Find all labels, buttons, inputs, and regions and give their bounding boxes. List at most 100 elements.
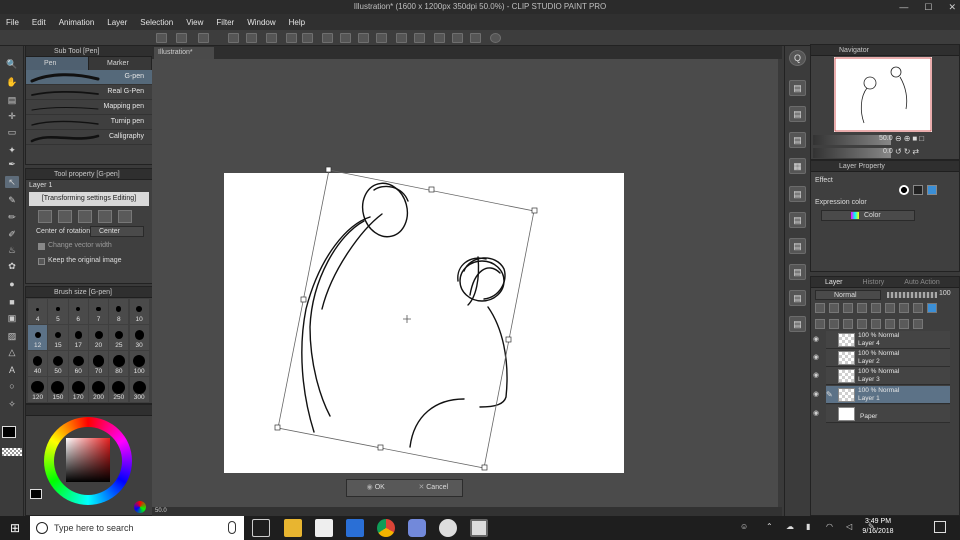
eye-icon[interactable]: ◉ [813, 353, 823, 363]
zoom-icon[interactable]: 🔍 [5, 58, 19, 70]
settings-icon[interactable] [266, 33, 277, 43]
brush-icon[interactable]: ✐ [5, 228, 19, 240]
material-icon[interactable]: ▤ [789, 132, 806, 148]
taskbar-search[interactable]: Type here to search [30, 516, 244, 540]
eraser-icon[interactable]: ■ [5, 296, 19, 308]
brush-size-cell[interactable]: 15 [48, 325, 68, 350]
print-icon[interactable] [246, 33, 257, 43]
zoom-status[interactable]: 50.0 [155, 508, 167, 514]
layer-row-layer-2[interactable]: 100 % Normal Layer 2 [826, 349, 950, 367]
draft-icon[interactable] [843, 303, 853, 313]
transform-box[interactable] [274, 166, 538, 471]
transform-handle[interactable] [377, 444, 384, 451]
new-folder-icon[interactable] [843, 319, 853, 329]
brush-mapping-pen[interactable]: Mapping pen [26, 100, 152, 115]
brush-size-cell[interactable]: 200 [88, 377, 109, 402]
material-icon[interactable]: ▤ [789, 106, 806, 122]
main-color-swatch[interactable] [2, 426, 16, 438]
material-icon[interactable]: ▤ [789, 290, 806, 306]
start-button[interactable]: ⊞ [0, 516, 30, 540]
brush-size-cell[interactable]: 80 [109, 351, 129, 376]
fill-tool-icon[interactable]: ▣ [5, 312, 19, 324]
cloud-icon[interactable]: ☁ [786, 522, 796, 532]
transform-handle[interactable] [505, 336, 512, 343]
lock-icon[interactable] [857, 303, 867, 313]
deselect-icon[interactable] [414, 33, 425, 43]
menu-file[interactable]: File [6, 18, 19, 27]
transform-handle[interactable] [531, 207, 538, 214]
layer-row-paper[interactable]: Paper [826, 405, 950, 423]
mesh-icon[interactable] [118, 210, 132, 223]
lock-alpha-icon[interactable] [871, 303, 881, 313]
delete-layer-icon[interactable] [913, 319, 923, 329]
brush-size-cell[interactable]: 150 [48, 377, 68, 402]
keep-original-checkbox[interactable] [38, 258, 45, 265]
eyedropper-icon[interactable]: ✒ [5, 158, 19, 170]
brush-calligraphy[interactable]: Calligraphy [26, 130, 152, 145]
brush-size-cell[interactable]: 12 [28, 325, 48, 350]
maximize-button[interactable]: ☐ [924, 0, 932, 14]
document-tab[interactable]: Illustration* [154, 47, 214, 59]
scale-icon[interactable] [340, 33, 351, 43]
snap-icon[interactable] [452, 33, 463, 43]
layer-color-icon[interactable] [927, 185, 937, 195]
brush-size-cell[interactable]: 10 [129, 299, 149, 324]
balloon-icon[interactable]: ○ [5, 380, 19, 392]
brush-size-cell[interactable]: 60 [68, 351, 88, 376]
object-select-icon[interactable]: ↖ [5, 176, 19, 188]
pattern-icon[interactable]: ▦ [789, 158, 806, 174]
menu-help[interactable]: Help [289, 18, 305, 27]
distort-icon[interactable] [98, 210, 112, 223]
new-raster-layer-icon[interactable] [815, 319, 825, 329]
crop-icon[interactable] [376, 33, 387, 43]
hand-icon[interactable]: ✋ [5, 76, 19, 88]
gradient-icon[interactable]: ▨ [5, 330, 19, 342]
border-effect-icon[interactable] [899, 185, 909, 195]
brush-size-cell[interactable]: 4 [28, 299, 48, 324]
operation-icon[interactable]: ▤ [5, 94, 19, 106]
fill-icon[interactable] [434, 33, 445, 43]
ruler-link-icon[interactable] [899, 303, 909, 313]
merge-down-icon[interactable] [871, 319, 881, 329]
task-view-icon[interactable] [252, 519, 270, 537]
microphone-icon[interactable] [228, 521, 236, 534]
material-icon[interactable]: ▤ [789, 316, 806, 332]
layer-row-layer-1[interactable]: 100 % Normal Layer 1 [826, 386, 950, 404]
cancel-button[interactable]: ✕ Cancel [405, 480, 463, 496]
selection-icon[interactable]: ▭ [5, 126, 19, 138]
saturation-value-square[interactable] [66, 438, 110, 482]
clip-icon[interactable] [815, 303, 825, 313]
tab-marker[interactable]: Marker [89, 57, 152, 70]
brush-size-cell[interactable]: 20 [88, 325, 109, 350]
brush-size-cell[interactable]: 25 [109, 325, 129, 350]
brush-turnip-pen[interactable]: Turnip pen [26, 115, 152, 130]
free-transform-icon[interactable] [78, 210, 92, 223]
brush-gpen[interactable]: G-pen [26, 70, 152, 85]
brush-size-cell[interactable]: 5 [48, 299, 68, 324]
decoration-icon[interactable]: ✿ [5, 260, 19, 272]
transparent-swatch[interactable] [2, 448, 22, 456]
transfer-down-icon[interactable] [857, 319, 867, 329]
reference-icon[interactable] [829, 303, 839, 313]
material-icon[interactable]: ▤ [789, 186, 806, 202]
rotation-slider[interactable] [813, 148, 891, 158]
menu-animation[interactable]: Animation [59, 18, 95, 27]
discord-icon[interactable] [408, 519, 426, 537]
brush-size-cell[interactable]: 170 [68, 377, 88, 402]
transform-handle[interactable] [300, 296, 307, 303]
layer-color-icon[interactable] [927, 303, 937, 313]
ruler-icon[interactable] [470, 33, 481, 43]
app-icon[interactable] [439, 519, 457, 537]
volume-icon[interactable]: ◁ [846, 522, 856, 532]
transform-handle[interactable] [481, 464, 488, 471]
battery-icon[interactable]: ▮ [806, 522, 816, 532]
menu-edit[interactable]: Edit [32, 18, 46, 27]
figure-icon[interactable]: △ [5, 346, 19, 358]
airbrush-icon[interactable]: ♨ [5, 244, 19, 256]
help-icon[interactable] [490, 33, 501, 43]
rotate-mode-icon[interactable] [58, 210, 72, 223]
color-mode-icon[interactable] [134, 501, 146, 513]
menu-selection[interactable]: Selection [140, 18, 173, 27]
navigator-thumbnail[interactable] [834, 57, 932, 132]
blend-mode-select[interactable]: Normal [815, 290, 881, 300]
